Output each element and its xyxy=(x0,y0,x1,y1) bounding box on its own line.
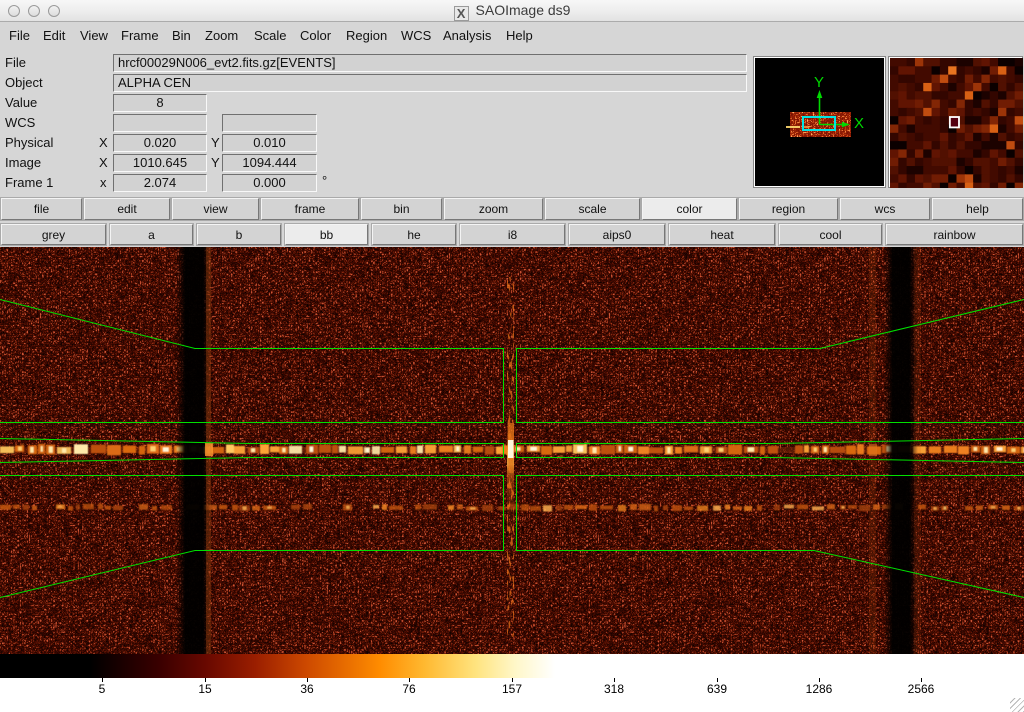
svg-text:Y: Y xyxy=(814,74,824,91)
svg-text:X: X xyxy=(854,115,864,132)
